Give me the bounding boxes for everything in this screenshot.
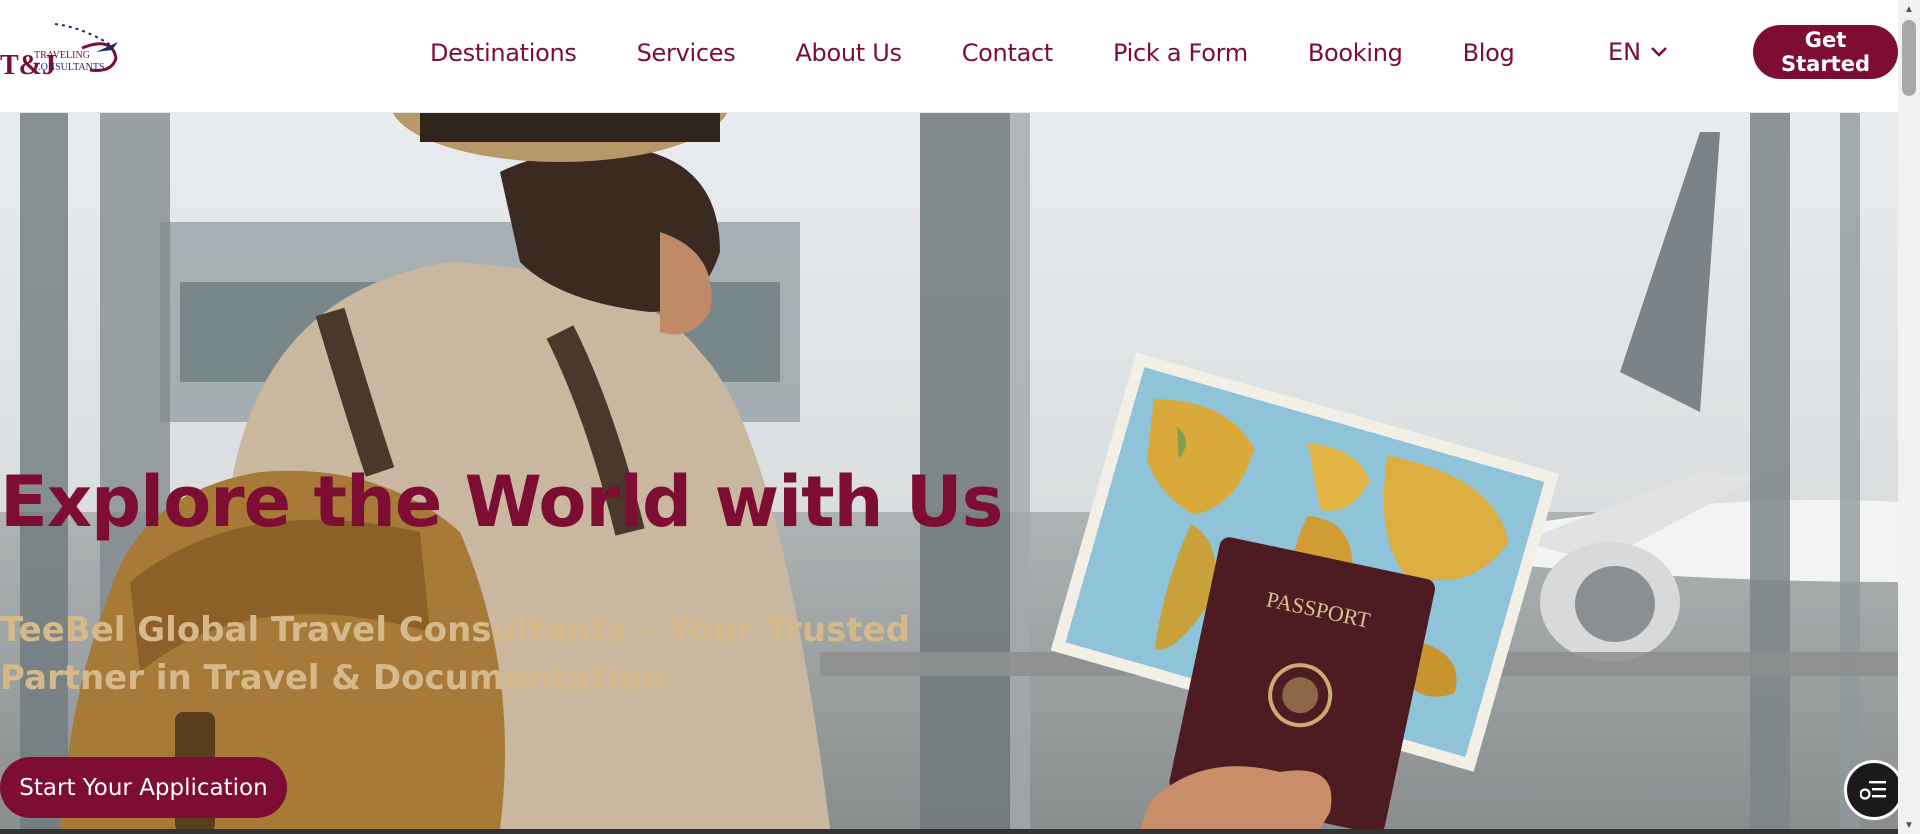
nav-link-booking[interactable]: Booking xyxy=(1308,39,1403,67)
hero-title: Explore the World with Us xyxy=(0,461,1003,543)
main-nav: Destinations Services About Us Contact P… xyxy=(430,0,1574,106)
bottom-edge xyxy=(0,829,1898,834)
logo-graphic: T&J TRAVELING CONSULTANTS xyxy=(0,23,118,81)
nav-link-destinations[interactable]: Destinations xyxy=(430,39,577,67)
site-header: T&J TRAVELING CONSULTANTS Destinations S… xyxy=(0,0,1898,113)
chevron-down-icon xyxy=(1651,47,1667,57)
vertical-scrollbar[interactable]: ▲ ▼ xyxy=(1898,0,1920,834)
nav-link-contact[interactable]: Contact xyxy=(962,39,1054,67)
company-logo[interactable]: T&J TRAVELING CONSULTANTS xyxy=(0,18,124,84)
hero-subtitle: TeeBel Global Travel Consultants – Your … xyxy=(0,610,910,698)
hero-section: PASSPORT Explore the World with Us TeeBe… xyxy=(0,112,1898,829)
logo-text-line2: CONSULTANTS xyxy=(34,62,105,73)
nav-link-pick-a-form[interactable]: Pick a Form xyxy=(1113,39,1248,67)
scrollbar-thumb[interactable] xyxy=(1902,20,1916,96)
language-label: EN xyxy=(1608,38,1642,66)
accessibility-menu-button[interactable] xyxy=(1844,760,1898,820)
get-started-button[interactable]: Get Started xyxy=(1753,25,1898,79)
scroll-up-arrow-icon[interactable]: ▲ xyxy=(1898,0,1920,18)
scroll-down-arrow-icon[interactable]: ▼ xyxy=(1898,816,1920,834)
nav-link-services[interactable]: Services xyxy=(637,39,736,67)
nav-link-about-us[interactable]: About Us xyxy=(795,39,902,67)
language-selector[interactable]: EN xyxy=(1608,38,1667,66)
accessibility-menu-icon xyxy=(1860,781,1886,800)
start-application-button[interactable]: Start Your Application xyxy=(0,757,287,818)
nav-link-blog[interactable]: Blog xyxy=(1463,39,1515,67)
logo-text-line1: TRAVELING xyxy=(34,50,90,61)
